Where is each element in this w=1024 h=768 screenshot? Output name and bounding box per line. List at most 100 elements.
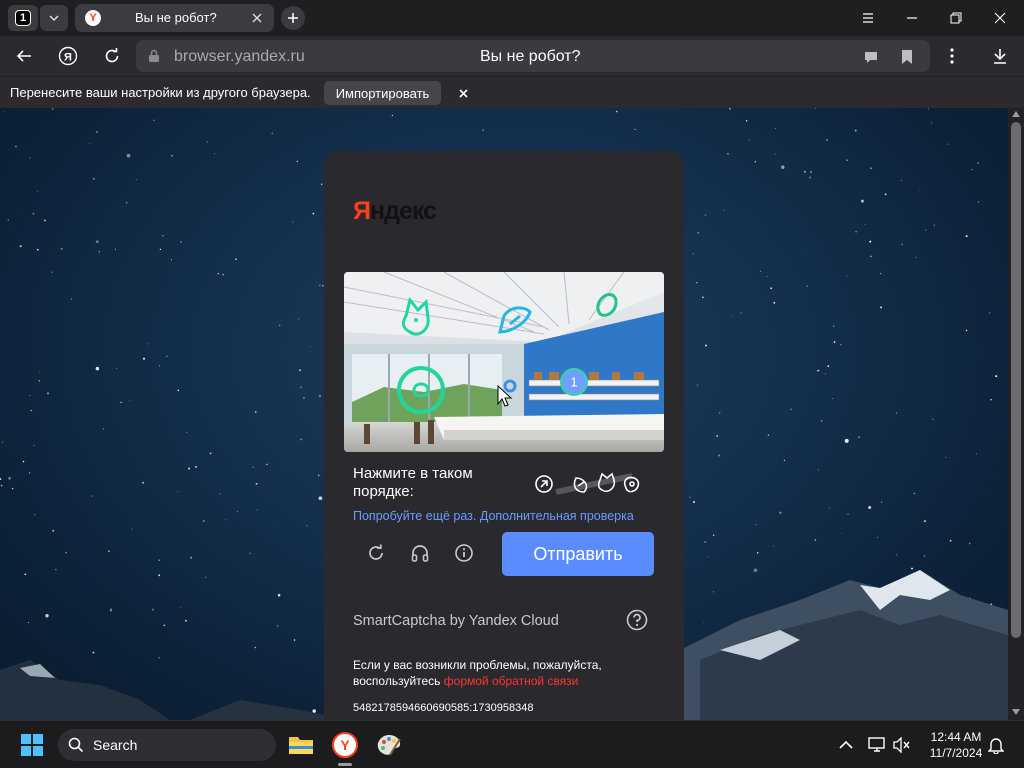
lock-icon[interactable] xyxy=(146,48,162,64)
url-text[interactable]: browser.yandex.ru xyxy=(174,48,305,66)
scroll-down-icon[interactable] xyxy=(1012,708,1020,716)
info-button[interactable] xyxy=(451,540,477,566)
volume-button[interactable] xyxy=(886,729,918,761)
submit-button[interactable]: Отправить xyxy=(502,532,654,576)
star xyxy=(91,495,93,497)
reload-button[interactable] xyxy=(100,44,124,68)
star xyxy=(990,398,992,401)
downloads-button[interactable] xyxy=(988,44,1012,68)
star xyxy=(235,258,237,261)
star xyxy=(254,411,257,413)
refresh-captcha-button[interactable] xyxy=(363,540,389,566)
captcha-click-marker: 1 xyxy=(570,375,577,390)
tabs-menu-button[interactable] xyxy=(40,5,68,31)
help-button[interactable] xyxy=(626,609,648,631)
star xyxy=(153,119,155,121)
star xyxy=(29,395,31,396)
minimize-button[interactable] xyxy=(900,6,924,30)
tab-close-icon[interactable] xyxy=(248,9,266,27)
star xyxy=(171,155,173,157)
import-infobar: Перенесите ваши настройки из другого бра… xyxy=(0,76,1024,108)
page-scrollbar[interactable] xyxy=(1008,108,1024,720)
arrow-left-icon xyxy=(16,50,31,62)
star xyxy=(947,143,949,145)
star xyxy=(877,536,879,538)
taskbar-search[interactable]: Search xyxy=(58,729,276,761)
paint-app-button[interactable] xyxy=(373,729,405,761)
star xyxy=(696,384,699,386)
star xyxy=(841,533,843,535)
star xyxy=(919,189,921,191)
yandex-browser-taskbar-button[interactable]: Y xyxy=(329,729,361,761)
star xyxy=(975,453,978,455)
question-icon xyxy=(626,609,648,631)
star xyxy=(266,463,268,466)
import-button[interactable]: Импортировать xyxy=(324,81,441,105)
star xyxy=(303,397,305,399)
star xyxy=(760,270,762,272)
request-id: 5482178594660690585:1730958348 xyxy=(353,702,534,714)
star xyxy=(209,452,212,455)
browser-menu-button[interactable] xyxy=(856,6,880,30)
svg-text:Я: Я xyxy=(64,52,72,64)
star xyxy=(858,436,860,438)
star xyxy=(697,231,700,234)
bookmark-button[interactable] xyxy=(898,48,916,66)
star xyxy=(116,368,118,370)
file-explorer-button[interactable] xyxy=(285,729,317,761)
star xyxy=(206,141,208,143)
show-hidden-icons-button[interactable] xyxy=(830,729,862,761)
notifications-button[interactable] xyxy=(980,729,1012,761)
star xyxy=(831,398,833,400)
star xyxy=(129,400,131,402)
retry-link[interactable]: Попробуйте ещё раз. Дополнительная прове… xyxy=(353,509,634,523)
star xyxy=(809,176,812,179)
star xyxy=(29,157,31,159)
page-background: Яндекс 1 Нажмите в таком порядке: Попроб… xyxy=(0,108,1008,720)
address-bar[interactable]: browser.yandex.ru Вы не робот? xyxy=(136,40,930,72)
new-tab-button[interactable] xyxy=(281,6,305,30)
scroll-up-icon[interactable] xyxy=(1012,110,1020,118)
star xyxy=(224,519,226,521)
start-button[interactable] xyxy=(16,729,48,761)
star xyxy=(833,341,836,343)
tab-counter-button[interactable]: 1 xyxy=(8,5,38,31)
star xyxy=(971,168,973,171)
star xyxy=(36,248,39,251)
tab-active[interactable]: Y Вы не робот? xyxy=(75,4,274,32)
feedback-form-link[interactable]: формой обратной связи xyxy=(444,674,579,688)
scrollbar-thumb[interactable] xyxy=(1011,122,1021,638)
star xyxy=(320,183,323,185)
yandex-favicon-icon: Y xyxy=(85,10,101,26)
audio-captcha-button[interactable] xyxy=(407,540,433,566)
star xyxy=(847,513,849,515)
star xyxy=(95,366,100,371)
reader-button[interactable] xyxy=(862,48,880,66)
star xyxy=(977,201,980,203)
palette-icon xyxy=(377,735,401,756)
back-button[interactable] xyxy=(12,44,36,68)
star xyxy=(925,229,927,231)
restore-button[interactable] xyxy=(944,6,968,30)
headphones-icon xyxy=(411,545,429,562)
star xyxy=(716,435,719,437)
star xyxy=(159,365,161,367)
star xyxy=(790,408,792,411)
star xyxy=(869,240,872,243)
star xyxy=(915,257,917,258)
star xyxy=(726,152,729,155)
star xyxy=(318,496,323,501)
close-window-button[interactable] xyxy=(988,6,1012,30)
captcha-image[interactable]: 1 xyxy=(344,272,664,452)
star xyxy=(125,202,128,204)
star xyxy=(188,467,190,470)
yandex-button[interactable]: Я xyxy=(56,44,80,68)
star xyxy=(34,514,36,516)
yandex-logo: Яндекс xyxy=(353,197,437,225)
more-options-button[interactable] xyxy=(940,44,964,68)
star xyxy=(278,324,281,327)
star xyxy=(114,248,117,250)
infobar-close-icon[interactable] xyxy=(455,85,471,101)
star xyxy=(855,230,857,233)
star xyxy=(930,122,933,124)
